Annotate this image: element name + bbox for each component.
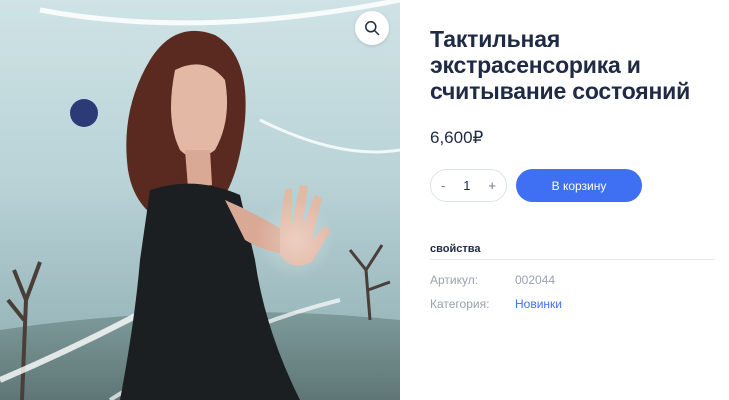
property-label: Категория: [430, 297, 490, 311]
category-link[interactable]: Новинки [515, 297, 562, 311]
properties-divider [430, 259, 715, 260]
property-value-sku: 002044 [515, 273, 556, 287]
product-photo [0, 0, 400, 400]
search-icon [365, 21, 380, 36]
quantity-stepper: - 1 + [430, 169, 507, 202]
quantity-increase-button[interactable]: + [488, 178, 496, 193]
zoom-button[interactable] [355, 11, 389, 45]
quantity-decrease-button[interactable]: - [441, 178, 445, 193]
add-to-cart-button[interactable]: В корзину [516, 169, 642, 202]
quantity-value[interactable]: 1 [463, 178, 470, 193]
product-price: 6,600₽ [430, 128, 484, 147]
product-title: Тактильная экстрасенсорика и считывание … [430, 26, 691, 104]
property-label: Артикул: [430, 273, 479, 287]
product-image[interactable] [0, 0, 400, 400]
properties-heading: свойства [430, 243, 481, 255]
